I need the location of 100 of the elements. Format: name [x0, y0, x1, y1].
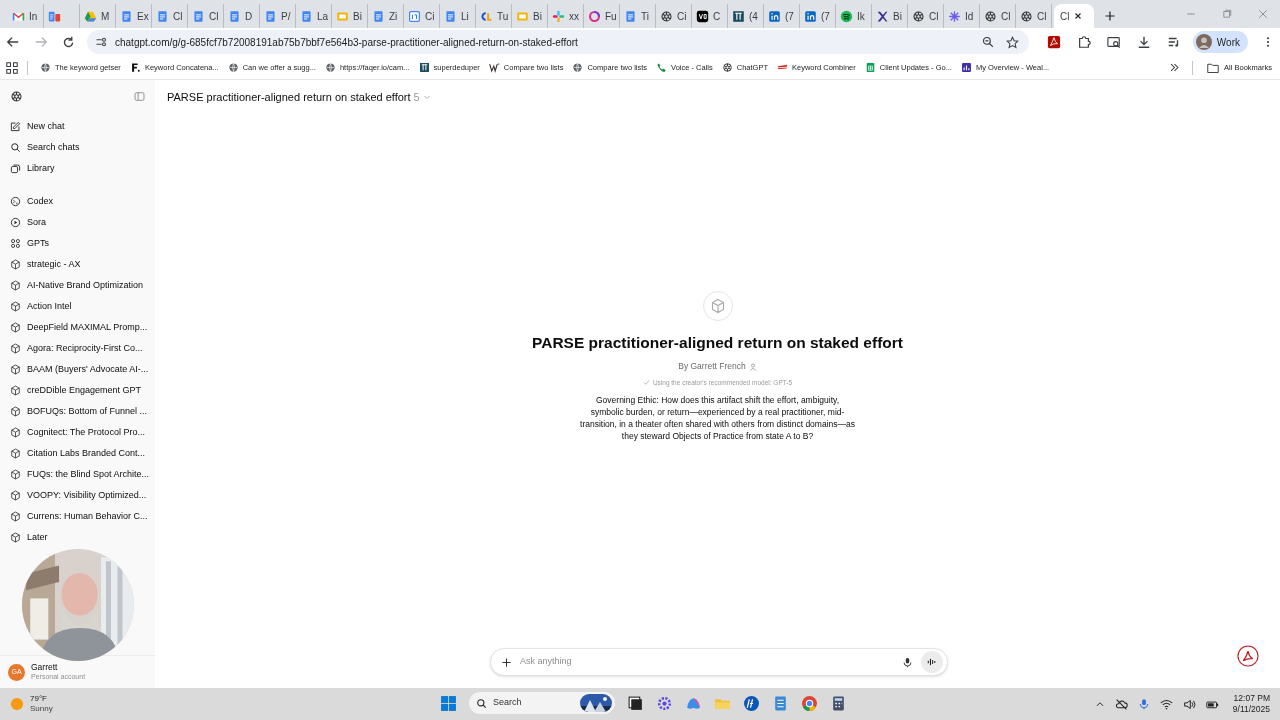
globe-icon — [572, 62, 584, 73]
chevron-down-icon — [422, 93, 431, 101]
gear-icon[interactable] — [656, 694, 673, 712]
download-icon[interactable] — [1136, 35, 1151, 49]
sidebar-item[interactable]: Cognitect: The Protocol Pro... — [0, 422, 155, 443]
screen-search-icon[interactable] — [1106, 35, 1121, 49]
sidebar-item[interactable]: Later — [0, 527, 58, 548]
sidebar-item[interactable]: FUQs: the Blind Spot Archite... — [0, 464, 160, 485]
sidebar-item[interactable]: Action Intel — [0, 296, 82, 317]
sidebar-item[interactable]: Citation Labs Branded Cont... — [0, 443, 156, 464]
sidebar-item[interactable]: Codex — [0, 191, 63, 212]
windows-stack-icon[interactable] — [627, 694, 644, 712]
sidebar-item[interactable]: BAAM (Buyers' Advocate AI-... — [0, 359, 159, 380]
zigzag-icon — [488, 62, 500, 73]
sidebar-toggle-icon[interactable] — [134, 90, 145, 102]
cube-icon — [10, 301, 21, 312]
weather-widget[interactable]: 79°F Sunny — [10, 694, 53, 714]
chevron-up-icon[interactable] — [1094, 699, 1105, 709]
sidebar-item[interactable]: Library — [0, 158, 65, 179]
cloud-off-icon[interactable] — [1114, 697, 1128, 711]
author-name: By Garrett French — [678, 360, 746, 373]
cube-icon — [10, 511, 21, 522]
site-settings-icon[interactable] — [95, 36, 107, 48]
apps-icon[interactable] — [6, 61, 18, 74]
hash-icon — [552, 9, 565, 23]
sidebar-item[interactable]: DeepField MAXIMAL Promp... — [0, 317, 158, 338]
browser-icon[interactable] — [801, 694, 818, 712]
letter-icon — [129, 62, 141, 73]
clock[interactable]: 12:07 PM 9/11/2025 — [1232, 693, 1270, 715]
sun-icon — [10, 697, 24, 711]
logo-icon[interactable] — [10, 89, 23, 103]
plus-icon[interactable] — [501, 656, 512, 668]
windows-icon[interactable] — [440, 694, 457, 712]
document-icon — [300, 9, 313, 23]
document-icon — [624, 9, 637, 23]
browser-tab[interactable]: Cl — [1054, 4, 1094, 28]
star-icon[interactable] — [1005, 35, 1019, 49]
sidebar-item[interactable]: Agora: Reciprocity-First Co... — [0, 338, 153, 359]
document-icon — [228, 9, 241, 23]
search-input[interactable]: Search — [493, 696, 571, 710]
calculator-icon[interactable] — [830, 694, 847, 712]
grid-icon — [10, 238, 21, 249]
phone-icon — [656, 62, 668, 73]
logo-icon — [418, 62, 430, 73]
zoom-icon[interactable] — [981, 36, 994, 48]
pencil-icon — [10, 121, 21, 132]
sidebar-item[interactable]: Sora — [0, 212, 56, 233]
sidebar-item[interactable]: Currens: Human Behavior C... — [0, 506, 158, 527]
new-tab-icon[interactable] — [1104, 10, 1116, 22]
media-icon[interactable] — [1166, 35, 1181, 49]
pdf-icon[interactable] — [1046, 35, 1061, 49]
cross-icon — [876, 9, 889, 23]
sidebar-item[interactable]: VOOPY: Visibility Optimized... — [0, 485, 157, 506]
ring-icon — [588, 9, 601, 23]
address-bar[interactable]: chatgpt.com/g/g-685fcf7b72008191ab75b7bbf7e564b3-parse-practitioner-aligned-return-on-staked-effort — [87, 30, 1029, 54]
person-icon — [748, 362, 757, 371]
sidebar-item[interactable]: AI-Native Brand Optimization — [0, 275, 154, 296]
notepad-icon[interactable] — [772, 694, 789, 712]
logo-icon — [696, 9, 709, 23]
logo-icon — [804, 9, 817, 23]
document-icon — [444, 9, 457, 23]
circle-logo-icon[interactable] — [743, 694, 760, 712]
more-bookmarks-icon[interactable] — [1169, 62, 1181, 73]
puzzle-icon[interactable] — [1076, 35, 1091, 49]
document-icon — [192, 9, 205, 23]
sidebar-item[interactable]: Search chats — [0, 137, 90, 158]
pdf-icon[interactable] — [1237, 645, 1259, 667]
speaker-icon[interactable] — [1182, 697, 1196, 711]
voice-button[interactable] — [921, 651, 943, 673]
gpt-title: PARSE practitioner-aligned return on staked effort — [532, 333, 903, 353]
images-icon — [10, 163, 21, 174]
close-icon[interactable] — [1073, 11, 1084, 21]
account-name: Garrett — [31, 662, 59, 672]
document-icon — [372, 9, 385, 23]
cube-icon — [10, 448, 21, 459]
calendar-icon — [408, 9, 421, 23]
avatar-icon — [1195, 34, 1212, 50]
model-selector[interactable]: PARSE practitioner-aligned return on staked effort 5 — [167, 88, 431, 106]
profile-button[interactable]: Work — [1192, 31, 1248, 53]
microphone-icon[interactable] — [902, 656, 913, 668]
sidebar-item[interactable]: creDDible Engagement GPT — [0, 380, 152, 401]
search-icon — [476, 697, 487, 709]
cube-icon — [10, 259, 21, 270]
cube-icon — [709, 298, 726, 314]
play-icon — [10, 217, 21, 228]
flower-icon — [912, 9, 925, 23]
reload-icon[interactable] — [62, 35, 75, 49]
sidebar-item[interactable]: BOFUQs: Bottom of Funnel ... — [0, 401, 158, 422]
sidebar-item[interactable]: GPTs — [0, 233, 59, 254]
composer-bar[interactable]: Ask anything — [490, 648, 948, 676]
document-icon — [156, 9, 169, 23]
cube-icon — [10, 469, 21, 480]
search-bar[interactable]: Search — [469, 692, 615, 714]
check-icon — [642, 379, 650, 387]
message-input[interactable]: Ask anything — [520, 655, 894, 669]
sidebar-item[interactable]: strategic - AX — [0, 254, 91, 275]
sidebar-item[interactable]: New chat — [0, 116, 75, 137]
wifi-icon[interactable] — [1159, 697, 1173, 711]
cube-icon — [10, 490, 21, 501]
back-icon[interactable] — [6, 35, 20, 49]
